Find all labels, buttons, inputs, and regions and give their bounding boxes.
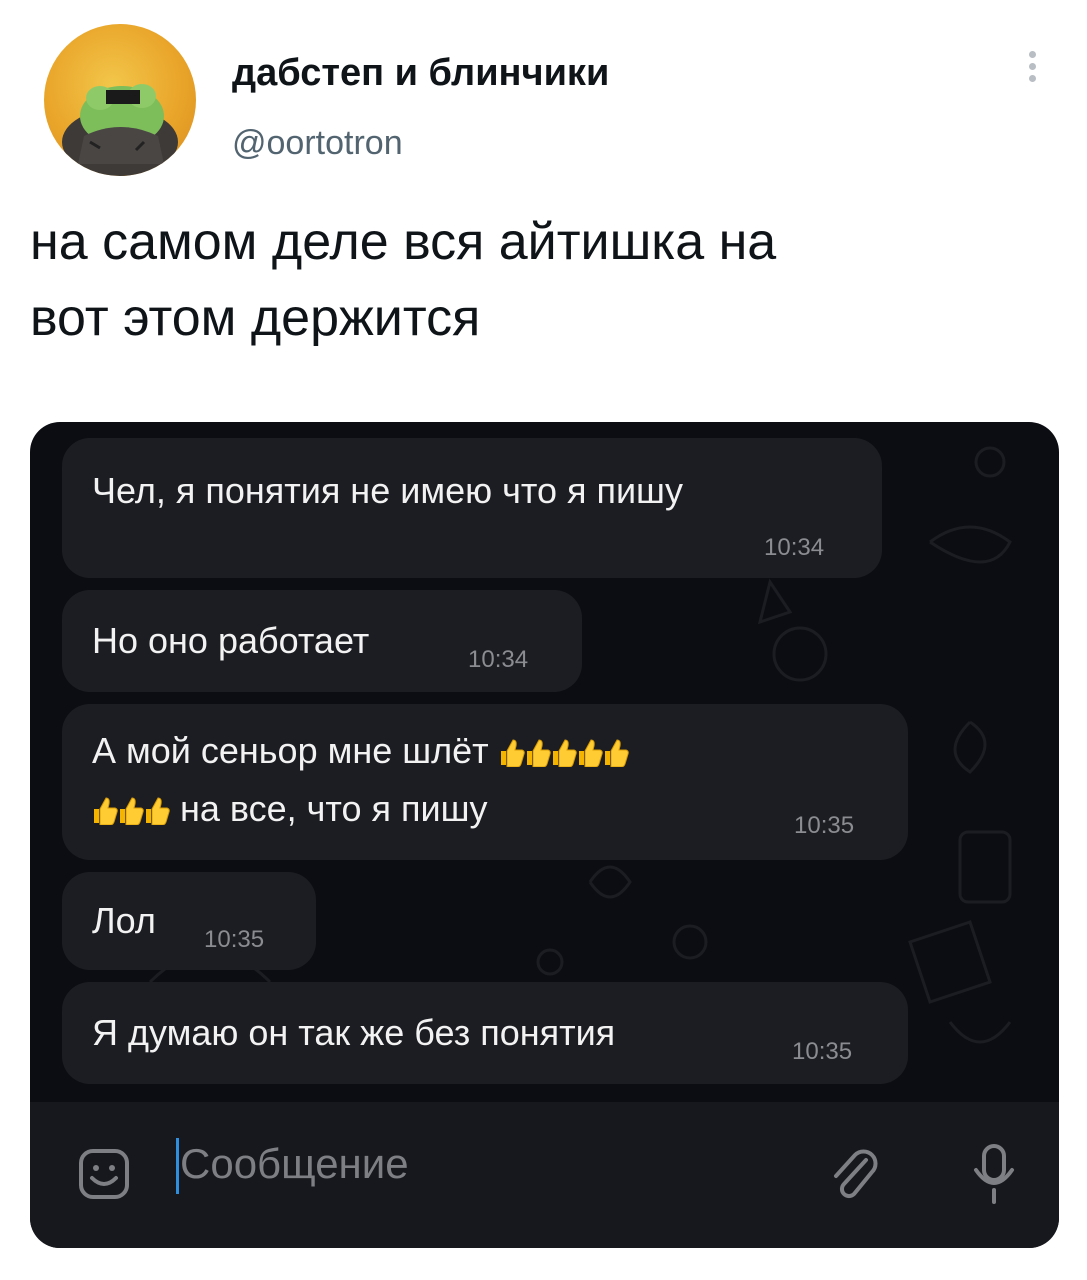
chat-screenshot-image[interactable]: Чел, я понятия не имею что я пишу 10:34 …: [30, 422, 1059, 1248]
frog-avatar-image: [62, 84, 178, 176]
message-time: 10:34: [764, 534, 825, 561]
message-bubble-3[interactable]: А мой сеньор мне шлёт на все, что я пишу…: [62, 704, 908, 860]
message-time: 10:34: [468, 646, 529, 673]
message-text-line-2: на все, что я пишу: [92, 788, 488, 830]
avatar[interactable]: [44, 24, 196, 176]
message-bubble-4[interactable]: Лол 10:35: [62, 872, 316, 970]
message-text: Чел, я понятия не имею что я пишу: [92, 470, 683, 511]
author-name[interactable]: дабстеп и блинчики: [232, 52, 609, 95]
thumbs-up-emoji: [604, 739, 629, 767]
thumbs-up-emoji: [120, 797, 144, 825]
tweet-text-line-2: вот этом держится: [30, 289, 481, 347]
text-cursor: [176, 1138, 179, 1194]
attach-icon[interactable]: [826, 1146, 882, 1206]
tweet-text: на самом деле вся айтишка на вот этом де…: [30, 204, 1060, 356]
message-text: Я думаю он так же без понятия: [92, 1012, 616, 1053]
message-text-line-1: А мой сеньор мне шлёт: [92, 730, 629, 772]
message-text: Лол: [92, 900, 156, 941]
thumbs-up-emoji: [500, 739, 525, 767]
microphone-icon[interactable]: [968, 1140, 1020, 1210]
message-bubble-2[interactable]: Но оно работает 10:34: [62, 590, 582, 692]
message-time: 10:35: [794, 812, 855, 839]
message-input-bar[interactable]: Сообщение: [30, 1102, 1059, 1248]
message-text: Но оно работает: [92, 620, 370, 661]
thumbs-up-emoji-group: [499, 730, 629, 771]
message-time: 10:35: [792, 1038, 853, 1065]
more-icon[interactable]: [1020, 46, 1044, 102]
message-time: 10:35: [204, 926, 265, 953]
author-handle[interactable]: @oortotron: [232, 124, 403, 163]
thumbs-up-emoji: [146, 797, 170, 825]
message-text-part: на все, что я пишу: [180, 788, 488, 829]
thumbs-up-emoji: [526, 739, 551, 767]
thumbs-up-emoji: [552, 739, 577, 767]
message-bubble-1[interactable]: Чел, я понятия не имею что я пишу 10:34: [62, 438, 882, 578]
message-text-part: А мой сеньор мне шлёт: [92, 730, 489, 771]
thumbs-up-emoji: [94, 797, 118, 825]
tweet-text-line-1: на самом деле вся айтишка на: [30, 213, 777, 271]
thumbs-up-emoji: [578, 739, 603, 767]
thumbs-up-emoji-group: [92, 788, 180, 829]
message-input[interactable]: Сообщение: [180, 1140, 409, 1188]
sticker-icon[interactable]: [76, 1146, 132, 1202]
message-bubble-5[interactable]: Я думаю он так же без понятия 10:35: [62, 982, 908, 1084]
